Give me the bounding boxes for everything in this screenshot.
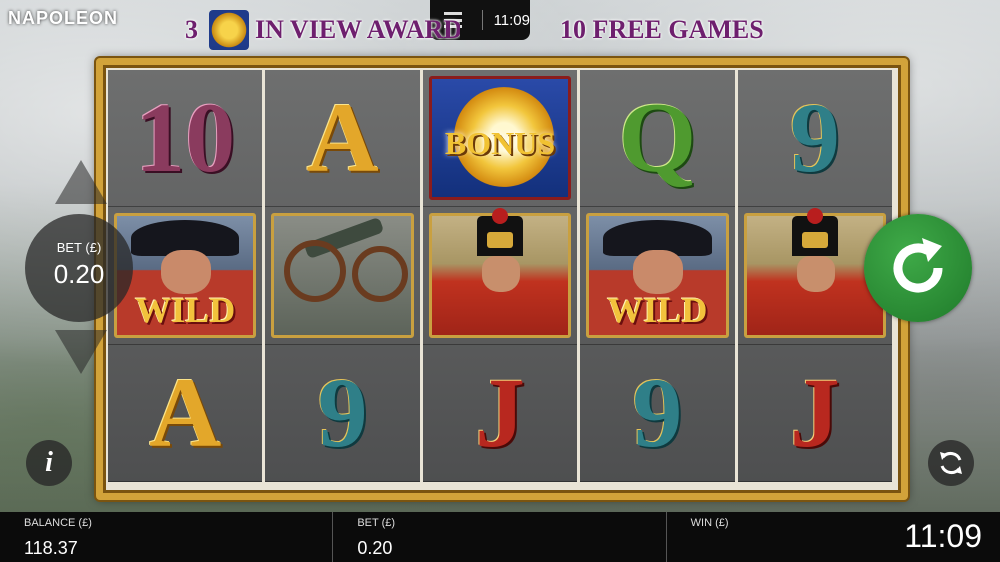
reel-cell (422, 207, 578, 345)
spin-button[interactable] (864, 214, 972, 322)
game-logo: NAPOLEON (8, 8, 119, 28)
card-symbol: Q (618, 82, 697, 194)
card-symbol: 9 (789, 82, 840, 194)
card-symbol: J (789, 356, 840, 468)
reel-3: BONUS J (422, 70, 578, 482)
soldier-face-icon (796, 256, 835, 293)
banner-free-games: 10 FREE GAMES (560, 15, 764, 44)
spin-arrow-icon (893, 238, 943, 293)
balance-value: 118.37 (24, 538, 78, 558)
wild-symbol: WILD (114, 213, 257, 338)
card-symbol: A (306, 82, 379, 194)
autoplay-icon (940, 452, 962, 474)
autoplay-button[interactable] (928, 440, 974, 486)
card-symbol: 9 (632, 356, 683, 468)
shako-hat-icon (791, 208, 838, 257)
card-symbol: 9 (317, 356, 368, 468)
balance-panel: BALANCE (£) 118.37 (0, 512, 334, 562)
free-games-banner: 3 IN VIEW AWARDS 10 FREE GAMES (185, 8, 815, 52)
win-label: WIN (£) (690, 517, 729, 529)
reel-cell: J (422, 345, 578, 482)
reel-cell: 9 (580, 345, 735, 482)
reel-grid: 10 WILD A A 9 BONUS J Q WILD 9 9 J (108, 70, 893, 482)
bet-panel: BET (£) 0.20 (333, 512, 667, 562)
reel-cell: A (108, 345, 263, 482)
reel-cell: 9 (737, 70, 893, 208)
wild-label: WILD (135, 289, 236, 330)
soldier-symbol (428, 208, 572, 338)
cannon-wheel-icon (352, 246, 409, 303)
wild-label: WILD (607, 289, 708, 330)
reel-cell: 10 (108, 70, 263, 208)
bonus-label: BONUS (444, 125, 556, 161)
win-panel: WIN (£) 11:09 (667, 512, 1000, 562)
bonus-mini-icon (209, 10, 249, 50)
soldier-face-icon (481, 256, 520, 293)
banner-count: 3 (185, 15, 198, 44)
reel-cell: WILD (580, 207, 735, 345)
bet-selector-value: 0.20 (53, 259, 105, 289)
cannon-wheel-icon (284, 240, 347, 303)
bet-value: 0.20 (357, 538, 393, 558)
card-symbol: 10 (135, 82, 236, 194)
bet-selector[interactable]: BET (£) 0.20 (25, 214, 133, 322)
bet-decrease-arrow-icon[interactable] (55, 330, 107, 374)
reel-cell: J (737, 345, 893, 482)
card-symbol: J (475, 356, 526, 468)
cannon-symbol (271, 213, 414, 338)
banner-text: IN VIEW AWARDS (255, 15, 460, 44)
bet-selector-label: BET (£) (56, 240, 102, 255)
bonus-symbol: BONUS (428, 76, 572, 201)
balance-label: BALANCE (£) (24, 517, 92, 529)
info-icon: i (45, 447, 53, 478)
wild-symbol: WILD (586, 213, 729, 338)
shako-hat-icon (476, 208, 523, 257)
reel-cell: BONUS (422, 70, 578, 208)
reel-4: Q WILD 9 (580, 70, 735, 482)
bet-increase-arrow-icon[interactable] (55, 160, 107, 204)
reel-cell (265, 207, 420, 345)
reel-cell: 9 (265, 345, 420, 482)
bet-label: BET (£) (357, 517, 396, 529)
footer-bar: BALANCE (£) 118.37 BET (£) 0.20 WIN (£) … (0, 512, 1000, 562)
card-symbol: A (149, 356, 222, 468)
footer-clock: 11:09 (904, 518, 982, 554)
reel-cell: A (265, 70, 420, 208)
reel-cell: Q (580, 70, 735, 208)
reel-2: A 9 (265, 70, 420, 482)
info-button[interactable]: i (26, 440, 72, 486)
